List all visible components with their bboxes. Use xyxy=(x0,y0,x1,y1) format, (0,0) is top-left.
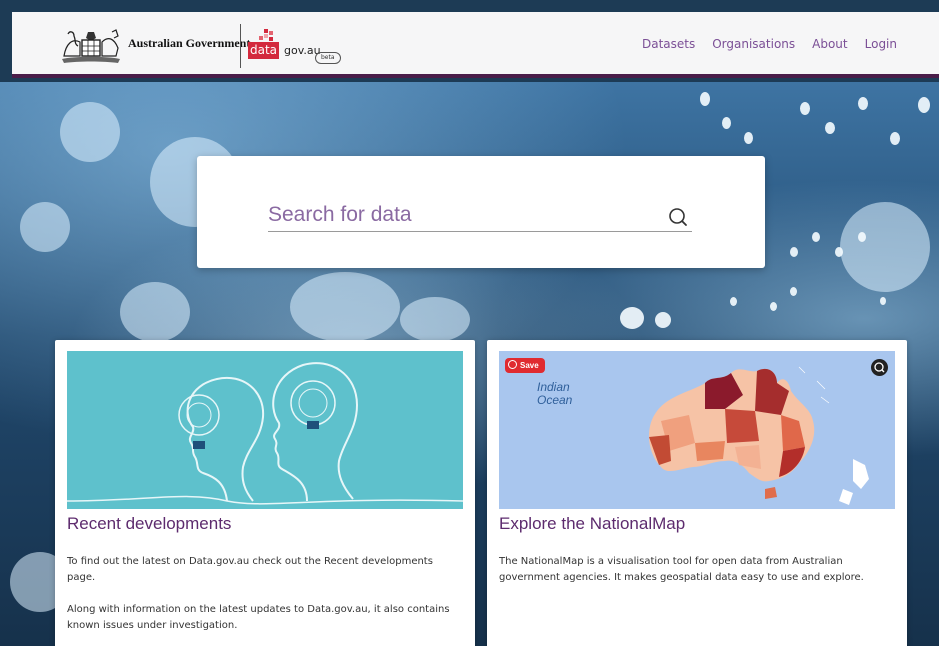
bokeh-light xyxy=(890,132,900,145)
bokeh-light xyxy=(880,297,886,305)
logo-divider xyxy=(240,24,241,68)
bokeh-light xyxy=(120,282,190,342)
bokeh-light xyxy=(825,122,835,134)
nav-datasets[interactable]: Datasets xyxy=(642,37,695,51)
bokeh-light xyxy=(770,302,777,311)
bokeh-light xyxy=(700,92,710,106)
bokeh-light xyxy=(730,297,737,306)
search-card xyxy=(197,156,765,268)
save-pin-icon xyxy=(508,360,517,369)
site-header: Australian Government data gov.au beta D… xyxy=(12,12,939,78)
bokeh-light xyxy=(858,232,866,242)
search-input[interactable] xyxy=(268,198,692,232)
bokeh-light xyxy=(744,132,753,144)
main-nav: Datasets Organisations About Login xyxy=(642,37,897,51)
bokeh-light xyxy=(800,102,810,115)
card-paragraph: Along with information on the latest upd… xyxy=(67,604,450,631)
bokeh-light xyxy=(400,297,470,342)
pinterest-save-button[interactable]: Save xyxy=(505,358,545,373)
nav-organisations[interactable]: Organisations xyxy=(712,37,795,51)
bokeh-light xyxy=(290,272,400,342)
bokeh-light xyxy=(60,102,120,162)
government-name: Australian Government xyxy=(128,36,251,50)
lens-icon[interactable] xyxy=(871,359,888,376)
card-paragraph: To find out the latest on Data.gov.au ch… xyxy=(67,556,433,583)
nationalmap-card[interactable]: Save Indian Ocean Explore the NationalMa… xyxy=(487,340,907,646)
beta-badge: beta xyxy=(315,52,341,64)
data-gov-logo-icon xyxy=(259,29,273,41)
bokeh-light xyxy=(918,97,930,113)
bokeh-light xyxy=(858,97,868,110)
recent-developments-image[interactable] xyxy=(67,351,463,509)
card-title[interactable]: Explore the NationalMap xyxy=(499,514,685,534)
bokeh-light xyxy=(835,247,843,257)
australia-map xyxy=(649,366,869,505)
bokeh-light xyxy=(790,287,797,296)
site-logo-data[interactable]: data xyxy=(248,42,280,59)
bokeh-light xyxy=(655,312,671,328)
nav-login[interactable]: Login xyxy=(865,37,897,51)
bokeh-light xyxy=(722,117,731,129)
bokeh-light xyxy=(840,202,930,292)
bokeh-light xyxy=(812,232,820,242)
coat-of-arms-icon[interactable] xyxy=(58,26,124,66)
search-icon[interactable] xyxy=(667,206,691,230)
map-ocean-label: Indian Ocean xyxy=(537,380,573,407)
bokeh-light xyxy=(790,247,798,257)
nationalmap-image[interactable]: Save Indian Ocean xyxy=(499,351,895,509)
recent-developments-card[interactable]: Recent developments To find out the late… xyxy=(55,340,475,646)
bokeh-light xyxy=(620,307,644,329)
nav-about[interactable]: About xyxy=(812,37,847,51)
card-title[interactable]: Recent developments xyxy=(67,514,231,534)
card-paragraph: The NationalMap is a visualisation tool … xyxy=(499,556,864,583)
bokeh-light xyxy=(20,202,70,252)
